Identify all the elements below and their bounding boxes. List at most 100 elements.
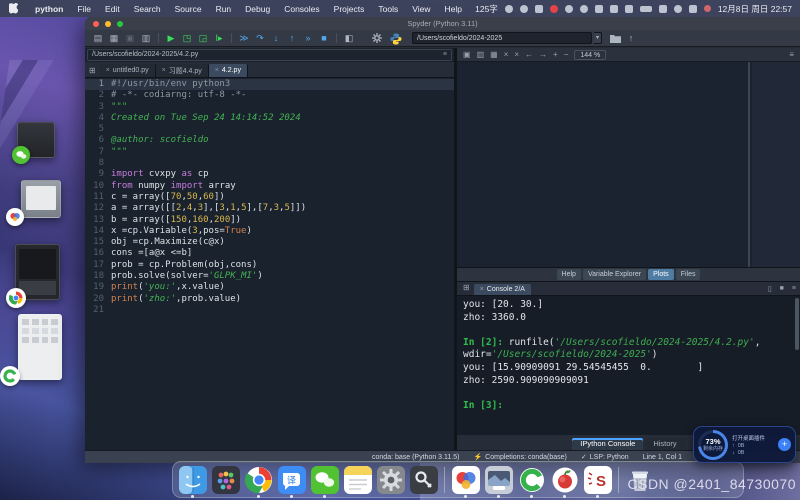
browse-tabs-icon[interactable]: ⊞ [463, 283, 470, 292]
control-center-icon[interactable] [689, 5, 697, 13]
preferences-icon[interactable] [370, 32, 384, 45]
save-plot-icon[interactable]: ▣ [463, 50, 471, 59]
apple-app-icon[interactable] [550, 465, 579, 494]
shapes-icon[interactable] [565, 5, 573, 13]
save-all-plots-icon[interactable]: ▥ [477, 50, 485, 59]
menu-consoles[interactable]: Consoles [277, 4, 326, 14]
code-line[interactable]: 6@author: scofieldo [85, 135, 454, 146]
code-line[interactable]: 19print('you:',x.value) [85, 282, 454, 293]
green-ring-app-icon[interactable] [517, 465, 546, 494]
run-cell-advance-icon[interactable]: ◲ [196, 32, 210, 45]
completions-status[interactable]: ⚡Completions: conda(base) [473, 453, 566, 461]
close-tab-icon[interactable]: × [106, 67, 110, 74]
pane-tab-plots[interactable]: Plots [648, 269, 674, 280]
sidecar-icon[interactable] [610, 5, 618, 13]
display-icon[interactable] [595, 5, 603, 13]
code-line[interactable]: 12a = array([[2,4,3],[3,1,5],[7,3,5]]) [85, 203, 454, 214]
screenshot-app-icon[interactable] [484, 465, 513, 494]
code-line[interactable]: 17prob = cp.Problem(obj,cons) [85, 260, 454, 271]
green-ring-app-window-thumbnail[interactable] [18, 314, 62, 380]
zoom-out-icon[interactable]: − [564, 50, 569, 59]
pane-tab-files[interactable]: Files [676, 269, 701, 280]
browse-tabs-icon[interactable]: ⊞ [89, 66, 96, 75]
menubar-clock[interactable]: 12月8日 周日 22:57 [718, 3, 792, 15]
interrupt-icon[interactable]: ■ [780, 285, 784, 292]
console-scrollbar[interactable] [795, 298, 799, 350]
run-selection-icon[interactable]: I▸ [212, 32, 226, 45]
debug-icon[interactable]: ≫ [237, 32, 251, 45]
menu-projects[interactable]: Projects [327, 4, 372, 14]
chevron-down-icon[interactable]: ▾ [594, 32, 602, 44]
editor-tab-4.2.py[interactable]: ×4.2.py [209, 64, 248, 77]
settings-icon[interactable] [376, 465, 405, 494]
circles-app-window-thumbnail[interactable] [21, 180, 61, 218]
pane-tab-variable-explorer[interactable]: Variable Explorer [583, 269, 646, 280]
open-file-icon[interactable]: ▦ [107, 32, 121, 45]
code-editor[interactable]: 1#!/usr/bin/env python32# -*- codiarng: … [85, 78, 454, 450]
continue-icon[interactable]: » [301, 32, 315, 45]
menu-python[interactable]: python [28, 4, 70, 14]
remove-all-plots-icon[interactable]: × [514, 50, 519, 59]
code-line[interactable]: 21 [85, 305, 454, 316]
code-line[interactable]: 3""" [85, 102, 454, 113]
open-dir-icon[interactable] [608, 32, 622, 45]
code-line[interactable]: 8 [85, 158, 454, 169]
code-line[interactable]: 16cons =[a@x <=b] [85, 248, 454, 259]
close-tab-icon[interactable]: × [162, 67, 166, 74]
desktop-plugin-label[interactable]: 打开桌面插件 [732, 434, 778, 442]
plots-thumbnail-strip[interactable] [752, 62, 800, 267]
finder-icon[interactable] [178, 465, 207, 494]
copy-plot-icon[interactable]: ▦ [490, 50, 498, 59]
console-tab[interactable]: × Console 2/A [474, 284, 531, 295]
editor-options-icon[interactable]: ≡ [443, 50, 447, 60]
menu-file[interactable]: File [70, 4, 98, 14]
step-out-icon[interactable]: ↑ [285, 32, 299, 45]
code-line[interactable]: 13b = array([150,160,200]) [85, 215, 454, 226]
wechat-icon[interactable] [310, 465, 339, 494]
new-file-icon[interactable]: ▤ [91, 32, 105, 45]
launchpad-icon[interactable] [211, 465, 240, 494]
menu-run[interactable]: Run [209, 4, 239, 14]
bottom-tab-ipython-console[interactable]: IPython Console [572, 438, 643, 450]
record-icon[interactable] [550, 5, 558, 13]
conda-env-status[interactable]: conda: base (Python 3.11.5) [372, 454, 459, 461]
chrome-icon[interactable] [244, 465, 273, 494]
code-line[interactable]: 7""" [85, 147, 454, 158]
menu-view[interactable]: View [405, 4, 437, 14]
menu-search[interactable]: Search [127, 4, 168, 14]
mic-icon[interactable] [520, 5, 528, 13]
step-over-icon[interactable]: ↷ [253, 32, 267, 45]
save-all-icon[interactable]: ▥ [139, 32, 153, 45]
code-line[interactable]: 5 [85, 124, 454, 135]
code-line[interactable]: 18prob.solve(solver='GLPK_MI') [85, 271, 454, 282]
inspect-icon[interactable]: ▯ [768, 285, 772, 293]
battery-icon[interactable] [640, 6, 652, 12]
keyboard-icon[interactable] [535, 5, 543, 13]
next-plot-icon[interactable]: → [539, 50, 547, 59]
notification-icon[interactable] [704, 5, 711, 12]
remove-plot-icon[interactable]: × [504, 50, 509, 59]
translate-icon[interactable]: 译 [277, 465, 306, 494]
previous-plot-icon[interactable]: ← [525, 50, 533, 59]
code-line[interactable]: 2# -*- codiarng: utf-8 -*- [85, 90, 454, 101]
ime-char-count[interactable]: 125字 [475, 3, 498, 15]
notes-icon[interactable] [343, 465, 372, 494]
close-tab-icon[interactable]: × [480, 286, 484, 293]
editor-tab-untitled0.py[interactable]: ×untitled0.py [100, 64, 156, 77]
close-tab-icon[interactable]: × [215, 67, 219, 74]
code-line[interactable]: 1#!/usr/bin/env python3 [85, 79, 454, 90]
plots-splitter[interactable] [748, 62, 750, 267]
console-options-menu-icon[interactable]: ≡ [792, 285, 796, 292]
menu-help[interactable]: Help [438, 4, 469, 14]
menu-tools[interactable]: Tools [371, 4, 405, 14]
run-cell-icon[interactable]: ◳ [180, 32, 194, 45]
apple-menu-icon[interactable] [9, 3, 18, 14]
stop-icon[interactable]: ■ [317, 32, 331, 45]
step-into-icon[interactable]: ↓ [269, 32, 283, 45]
editor-path-bar[interactable]: /Users/scofieldo/2024-2025/4.2.py ≡ [87, 49, 452, 61]
search-icon[interactable] [674, 5, 682, 13]
code-line[interactable]: 10from numpy import array [85, 181, 454, 192]
code-line[interactable]: 20print('zho:',prob.value) [85, 294, 454, 305]
bottom-tab-history[interactable]: History [645, 438, 684, 450]
code-line[interactable]: 14x =cp.Variable(3,pos=True) [85, 226, 454, 237]
